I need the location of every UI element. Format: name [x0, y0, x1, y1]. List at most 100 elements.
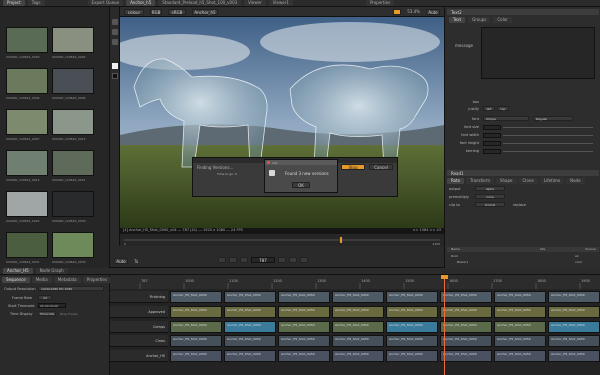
- viewer-scrub-bar[interactable]: 1 1125: [120, 234, 444, 246]
- message-field[interactable]: [481, 27, 595, 79]
- timeline-clip[interactable]: Anchor_H5_Shot_0050: [332, 335, 384, 347]
- bin-thumbnail[interactable]: [6, 191, 48, 217]
- clip-to-dropdown[interactable]: format: [475, 202, 505, 207]
- auto-dropdown[interactable]: Auto: [114, 258, 128, 264]
- timeline-clip[interactable]: Anchor_H5_Shot_0050: [548, 321, 600, 333]
- bin-thumbnail[interactable]: [52, 68, 94, 94]
- timeline-clip[interactable]: Anchor_H5_Shot_0050: [332, 291, 384, 303]
- timeline-clip[interactable]: Anchor_H5_Shot_0050: [278, 350, 330, 362]
- prop-field-slider[interactable]: [503, 127, 593, 128]
- timeline-ruler[interactable]: 787 1000 1100 1200 1300 1400 1500 1600 1700 1800 1…: [110, 275, 600, 289]
- tab-viewer1[interactable]: Viewer1: [268, 0, 293, 6]
- bin-thumbnail[interactable]: [52, 191, 94, 217]
- timeline-clip[interactable]: Anchor_H5_Shot_0050: [278, 335, 330, 347]
- timeline-clip[interactable]: Anchor_H5_Shot_0050: [494, 321, 546, 333]
- start-tc-field[interactable]: 00:00:00:00: [38, 303, 66, 308]
- bin-thumbnail[interactable]: [52, 27, 94, 53]
- timeline-clip[interactable]: Anchor_H5_Shot_0050: [548, 291, 600, 303]
- tab-anchor[interactable]: Anchor_h5: [126, 0, 156, 6]
- track-header[interactable]: Anchor_H5: [110, 350, 168, 362]
- output-dropdown[interactable]: alpha: [475, 186, 505, 191]
- rgb-dropdown[interactable]: RGB: [150, 8, 162, 15]
- tab-shape[interactable]: Shape: [495, 178, 517, 184]
- color-swatch-white[interactable]: [112, 63, 118, 69]
- tab-node-graph[interactable]: Node Graph: [35, 268, 68, 274]
- frame-field[interactable]: 787: [251, 257, 275, 263]
- stop-button[interactable]: Stop: [341, 164, 365, 170]
- prop-field-input[interactable]: [483, 133, 501, 138]
- timeline-clip[interactable]: Anchor_H5_Shot_0050: [170, 350, 222, 362]
- close-icon[interactable]: [267, 161, 270, 164]
- timeline-clip[interactable]: Anchor_H5_Shot_0050: [170, 306, 222, 318]
- transform-tool-icon[interactable]: [112, 29, 118, 35]
- timeline-clip[interactable]: Anchor_H5_Shot_0050: [440, 335, 492, 347]
- prop-field-input[interactable]: [483, 149, 501, 154]
- brush-tool-icon[interactable]: [112, 39, 118, 45]
- frame-rate-dropdown[interactable]: 24: [38, 295, 52, 300]
- tab-tags[interactable]: Tags: [27, 0, 45, 6]
- timeline-clip[interactable]: Anchor_H5_Shot_0050: [170, 321, 222, 333]
- timeline-clip[interactable]: Anchor_H5_Shot_0050: [440, 321, 492, 333]
- prop-field-input[interactable]: [483, 125, 501, 130]
- scrub-track[interactable]: [124, 239, 440, 241]
- track-header[interactable]: Cines: [110, 335, 168, 347]
- justify-vertical-dropdown[interactable]: top: [497, 106, 509, 111]
- timeline-clip[interactable]: Anchor_H5_Shot_0050: [278, 306, 330, 318]
- replace-checkbox-label[interactable]: replace: [513, 203, 526, 207]
- tab-project[interactable]: Project: [3, 0, 25, 6]
- pointer-tool-icon[interactable]: [112, 19, 118, 25]
- timeline-playhead[interactable]: [444, 275, 445, 375]
- track-header[interactable]: Comps: [110, 321, 168, 333]
- timeline-clip[interactable]: Anchor_H5_Shot_0050: [386, 321, 438, 333]
- timeline-clip[interactable]: Anchor_H5_Shot_0050: [440, 291, 492, 303]
- timeline-clip[interactable]: Anchor_H5_Shot_0050: [278, 291, 330, 303]
- colorspace-dropdown[interactable]: sRGB: [168, 8, 186, 15]
- read-node-header[interactable]: Read1: [447, 170, 599, 176]
- clip-dropdown[interactable]: Anchor_h5: [192, 8, 218, 15]
- tab-transform[interactable]: Transform: [466, 178, 494, 184]
- timeline-clip[interactable]: Anchor_H5_Shot_0050: [548, 306, 600, 318]
- timeline-clip[interactable]: Anchor_H5_Shot_0050: [386, 350, 438, 362]
- bin-thumbnail[interactable]: [52, 109, 94, 135]
- tab-clone[interactable]: Clone: [518, 178, 538, 184]
- timeline-clip[interactable]: Anchor_H5_Shot_0050: [440, 350, 492, 362]
- prop-field-slider[interactable]: [503, 151, 593, 152]
- bin-thumbnail[interactable]: [52, 232, 94, 258]
- colour-dropdown[interactable]: colour: [124, 8, 144, 15]
- tab-export-queue[interactable]: Export Queue: [87, 0, 124, 6]
- timeline-clip[interactable]: Anchor_H5_Shot_0050: [278, 321, 330, 333]
- bin-thumbnail[interactable]: [6, 27, 48, 53]
- tab-standard-preload[interactable]: Standard_Preload_h5_Shot_100_v003: [158, 0, 242, 6]
- output-res-dropdown[interactable]: 1920x1080 HD 1080: [38, 286, 104, 291]
- tab-properties[interactable]: Properties: [365, 0, 395, 6]
- justify-dropdown[interactable]: left: [483, 106, 495, 111]
- font-dropdown[interactable]: Utopia: [483, 116, 529, 121]
- timeline-clip[interactable]: Anchor_H5_Shot_0050: [170, 291, 222, 303]
- timeline-clip[interactable]: Anchor_H5_Shot_0050: [548, 335, 600, 347]
- mode-dropdown[interactable]: Auto: [426, 8, 440, 15]
- layer-bezier[interactable]: Bezier1: [457, 260, 468, 264]
- timeline-clip[interactable]: Anchor_H5_Shot_0050: [386, 306, 438, 318]
- font-style-dropdown[interactable]: Regular: [533, 116, 573, 121]
- play-reverse-icon[interactable]: [240, 257, 248, 263]
- timeline-clip[interactable]: Anchor_H5_Shot_0050: [170, 335, 222, 347]
- timeline-clip[interactable]: Anchor_H5_Shot_0050: [332, 306, 384, 318]
- tab-color[interactable]: Color: [493, 17, 512, 23]
- track-header[interactable]: Approved: [110, 306, 168, 318]
- tab-sequence[interactable]: Sequence: [2, 277, 30, 283]
- tab-node[interactable]: Node: [566, 178, 585, 184]
- prop-field-input[interactable]: [483, 141, 501, 146]
- timeline-clip[interactable]: Anchor_H5_Shot_0050: [224, 321, 276, 333]
- color-swatch-black[interactable]: [112, 73, 118, 79]
- tab-media[interactable]: Media: [31, 277, 52, 283]
- time-display-button[interactable]: Timecode: [38, 311, 56, 316]
- timeline-clip[interactable]: Anchor_H5_Shot_0050: [332, 350, 384, 362]
- prop-field-slider[interactable]: [503, 135, 593, 136]
- premultiply-dropdown[interactable]: none: [475, 194, 505, 199]
- tab-groups[interactable]: Groups: [468, 17, 491, 23]
- ok-button[interactable]: OK: [292, 182, 310, 188]
- bin-thumbnail[interactable]: [6, 109, 48, 135]
- timeline-clip[interactable]: Anchor_H5_Shot_0050: [386, 291, 438, 303]
- step-back-icon[interactable]: [229, 257, 237, 263]
- layer-root[interactable]: Root: [451, 254, 458, 258]
